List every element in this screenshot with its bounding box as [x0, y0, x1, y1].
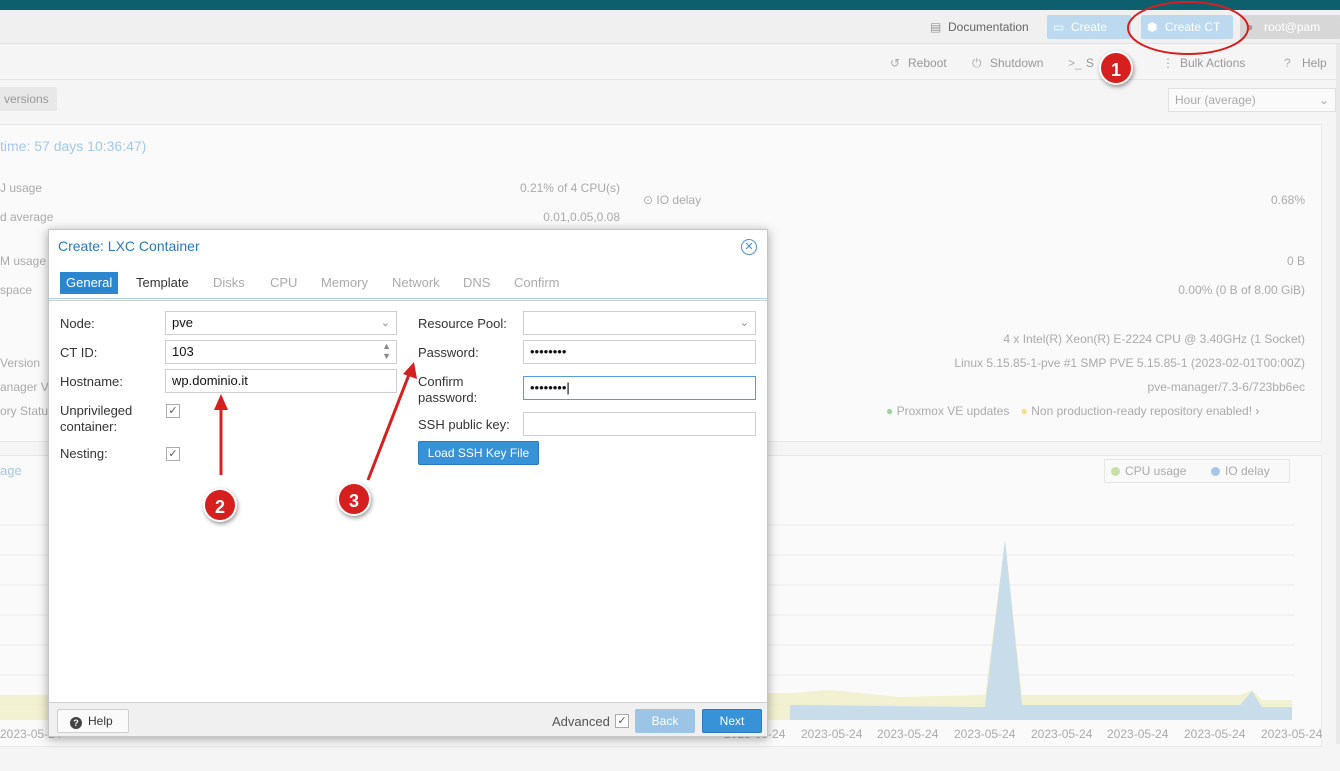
annotation-1-badge: 1: [1099, 51, 1133, 85]
annotation-overlay: [214, 1, 1249, 481]
annotation-2-badge: 2: [203, 488, 237, 522]
annotation-3-badge: 3: [337, 482, 371, 516]
